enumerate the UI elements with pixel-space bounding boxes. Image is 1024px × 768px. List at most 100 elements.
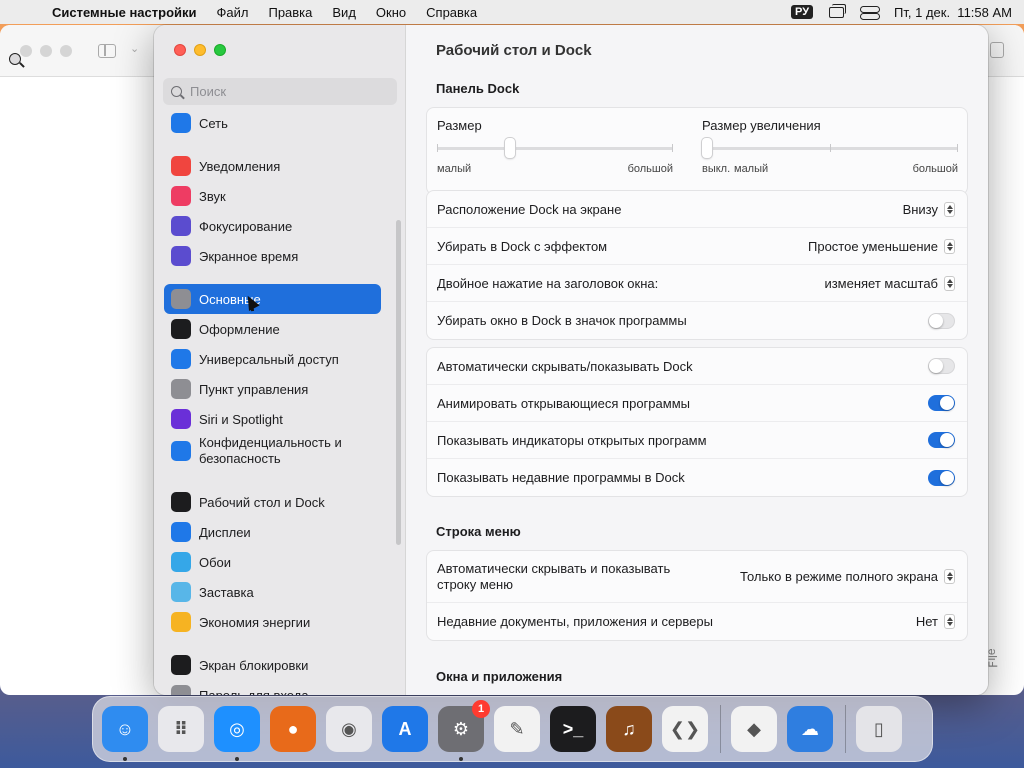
slider-tick bbox=[957, 144, 958, 152]
dock-position-label: Расположение Dock на экране bbox=[437, 201, 622, 217]
minimize-into-app-toggle[interactable] bbox=[928, 312, 955, 329]
sidebar-item-hand[interactable]: Конфиденциальность и безопасность bbox=[164, 431, 381, 471]
speaker-icon bbox=[171, 186, 191, 206]
screen-mirroring-icon[interactable] bbox=[829, 3, 847, 18]
launchpad-app-icon[interactable]: ⠿ bbox=[158, 706, 204, 752]
menubar-clock[interactable]: Пт, 1 дек. 11:58 AM bbox=[894, 5, 1012, 20]
sidebar-item-gear[interactable]: Основные bbox=[164, 284, 381, 314]
menu-file[interactable]: Файл bbox=[217, 5, 249, 20]
sidebar-item-label: Оформление bbox=[199, 321, 280, 337]
chevron-down-icon[interactable]: ⌄ bbox=[130, 42, 139, 55]
sidebar-item-label: Конфиденциальность и безопасность bbox=[199, 435, 342, 466]
zoom-button[interactable] bbox=[214, 44, 226, 56]
menu-help[interactable]: Справка bbox=[426, 5, 477, 20]
dock-size-track[interactable] bbox=[437, 147, 673, 150]
dock-toggle-switch[interactable] bbox=[928, 395, 955, 411]
app-menu[interactable]: Системные настройки bbox=[52, 5, 197, 20]
sidebar-item-siri[interactable]: Siri и Spotlight bbox=[164, 404, 381, 434]
minimize-effect-label: Убирать в Dock с эффектом bbox=[437, 238, 608, 254]
minimize-button[interactable] bbox=[194, 44, 206, 56]
dock-size-knob[interactable] bbox=[505, 138, 515, 158]
notification-badge: 1 bbox=[472, 700, 490, 718]
sidebar-item-control-center[interactable]: Пункт управления bbox=[164, 374, 381, 404]
background-window-controls[interactable] bbox=[20, 45, 72, 57]
recent-items-popup[interactable]: Нет bbox=[916, 614, 955, 629]
menubar-autohide-popup[interactable]: Только в режиме полного экрана bbox=[740, 569, 955, 584]
control-center-icon[interactable] bbox=[860, 6, 881, 20]
dock-toggle-switch[interactable] bbox=[928, 469, 955, 486]
sidebar-item-hourglass[interactable]: Экранное время bbox=[164, 241, 381, 271]
dock-toggle-row[interactable]: Автоматически скрывать/показывать Dock bbox=[427, 348, 967, 385]
dock-toggle-row[interactable]: Показывать индикаторы открытых программ bbox=[427, 422, 967, 459]
dock-toggle-label: Автоматически скрывать/показывать Dock bbox=[437, 358, 693, 374]
dock-toggle-row[interactable]: Анимировать открывающиеся программы bbox=[427, 385, 967, 422]
magnification-knob[interactable] bbox=[702, 138, 712, 158]
system-settings-app-icon[interactable]: ⚙ 1 bbox=[438, 700, 490, 761]
sidebar-item-appearance[interactable]: Оформление bbox=[164, 314, 381, 344]
minimize-effect-row[interactable]: Убирать в Dock с эффектом Простое уменьш… bbox=[427, 228, 967, 265]
settings-content: Рабочий стол и Dock Панель Dock Размер м… bbox=[406, 25, 988, 695]
sidebar-item-label: Уведомления bbox=[199, 158, 281, 174]
dock-toggle-row[interactable]: Показывать недавние программы в Dock bbox=[427, 459, 967, 496]
visual-studio-app-icon[interactable]: ◆ bbox=[731, 706, 777, 752]
sidebar-item-dock[interactable]: Рабочий стол и Dock bbox=[164, 487, 381, 517]
sidebar-toggle-icon[interactable] bbox=[98, 44, 116, 58]
dock-separator bbox=[720, 705, 721, 753]
search-input[interactable] bbox=[190, 84, 380, 99]
menubar-autohide-row[interactable]: Автоматически скрывать и показывать стро… bbox=[427, 551, 967, 603]
sidebar-item-network[interactable]: Сеть bbox=[164, 108, 381, 138]
dock-size-slider[interactable]: Размер малый большой bbox=[437, 118, 673, 175]
close-button[interactable] bbox=[174, 44, 186, 56]
textedit-app-icon[interactable]: ✎ bbox=[494, 706, 540, 752]
magnification-slider[interactable]: Размер увеличения выкл. малый большой bbox=[702, 118, 958, 175]
dock-toggle-switch[interactable] bbox=[928, 358, 955, 374]
network-icon bbox=[171, 113, 191, 133]
double-click-label: Двойное нажатие на заголовок окна: bbox=[437, 275, 659, 291]
menu-view[interactable]: Вид bbox=[332, 5, 356, 20]
recent-items-row[interactable]: Недавние документы, приложения и серверы… bbox=[427, 603, 967, 640]
sidebar-item-accessibility[interactable]: Универсальный доступ bbox=[164, 344, 381, 374]
sidebar-item-display[interactable]: Дисплеи bbox=[164, 517, 381, 547]
double-click-popup[interactable]: изменяет масштаб bbox=[824, 275, 955, 291]
sidebar-item-key[interactable]: Пароль для входа bbox=[164, 680, 381, 695]
system-settings-window: Сеть Уведомления Звук Фокусирование Экранное… bbox=[154, 25, 988, 695]
sidebar-item-bulb[interactable]: Экономия энергии bbox=[164, 607, 381, 637]
weather-app-icon[interactable]: ☁ bbox=[787, 706, 833, 752]
siri-icon bbox=[171, 409, 191, 429]
finder-app-icon[interactable]: ☺ bbox=[102, 706, 148, 761]
sidebar-item-screensaver[interactable]: Заставка bbox=[164, 577, 381, 607]
menu-edit[interactable]: Правка bbox=[268, 5, 312, 20]
sidebar-item-moon[interactable]: Фокусирование bbox=[164, 211, 381, 241]
vscode-app-icon[interactable]: ❮❯ bbox=[662, 706, 708, 752]
sidebar-item-bell[interactable]: Уведомления bbox=[164, 151, 381, 181]
dock-position-popup[interactable]: Внизу bbox=[903, 201, 955, 217]
firefox-app-icon[interactable]: ● bbox=[270, 706, 316, 752]
dock-toggle-switch[interactable] bbox=[928, 432, 955, 448]
terminal-app-icon[interactable]: >_ bbox=[550, 706, 596, 752]
dock-app-glyph: >_ bbox=[562, 718, 584, 739]
sidebar-item-speaker[interactable]: Звук bbox=[164, 181, 381, 211]
gear-icon bbox=[171, 289, 191, 309]
dock-size-label: Размер bbox=[437, 118, 482, 133]
trash-app-icon[interactable]: ▯ bbox=[856, 706, 902, 752]
menubar-options-group: Автоматически скрывать и показывать стро… bbox=[426, 550, 968, 641]
spotlight-search-icon[interactable] bbox=[9, 53, 21, 65]
double-click-row[interactable]: Двойное нажатие на заголовок окна: измен… bbox=[427, 265, 967, 302]
sidebar-item-wallpaper[interactable]: Обои bbox=[164, 547, 381, 577]
sidebar-scrollbar[interactable] bbox=[396, 220, 401, 545]
search-field[interactable] bbox=[163, 78, 397, 105]
wallpaper-icon bbox=[171, 552, 191, 572]
menu-window[interactable]: Окно bbox=[376, 5, 406, 20]
minimize-effect-popup[interactable]: Простое уменьшение bbox=[808, 238, 955, 254]
safari-app-icon[interactable]: ◎ bbox=[214, 706, 260, 761]
sidebar-item-label: Звук bbox=[199, 188, 226, 204]
chrome-app-icon[interactable]: ◉ bbox=[326, 706, 372, 752]
sidebar-item-lock[interactable]: Экран блокировки bbox=[164, 650, 381, 680]
keyboard-layout-indicator[interactable]: РУ bbox=[791, 5, 814, 19]
section-header-windows: Окна и приложения bbox=[436, 669, 563, 684]
garageband-app-icon[interactable]: ♫ bbox=[606, 706, 652, 752]
app-store-app-icon[interactable]: A bbox=[382, 706, 428, 752]
dock-position-row[interactable]: Расположение Dock на экране Внизу bbox=[427, 191, 967, 228]
minimize-into-app-row[interactable]: Убирать окно в Dock в значок программы bbox=[427, 302, 967, 339]
copy-icon[interactable] bbox=[990, 42, 1004, 58]
